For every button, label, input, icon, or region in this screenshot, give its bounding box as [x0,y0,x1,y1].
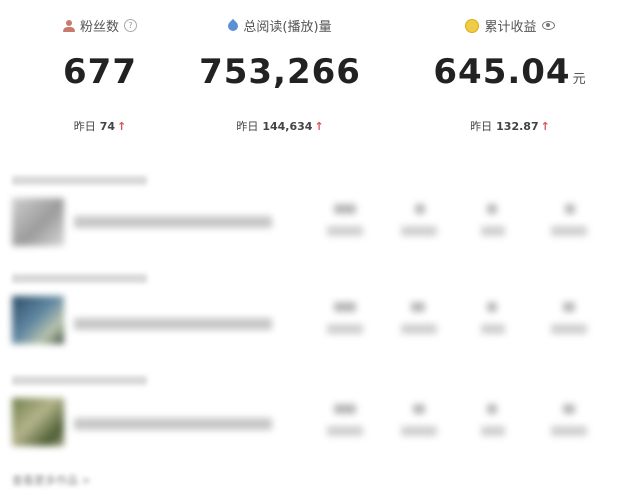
stat-followers-label: 粉丝数 [79,20,119,35]
work-thumbnail[interactable] [12,198,64,246]
stat-followers-label-row: 粉丝数 ? [0,16,200,35]
work-metric-label [327,426,363,436]
stat-followers-yesterday: 昨日 74 ↑ [0,118,200,134]
drop-icon [226,18,241,33]
work-thumbnail[interactable] [12,398,64,446]
stat-followers: 粉丝数 ? 677 昨日 74 ↑ [0,0,200,140]
work-date [12,274,147,283]
stat-earnings-value: 645.04 元 [410,52,610,92]
yesterday-value: 74 [99,120,116,133]
stat-total-reads: 总阅读(播放)量 753,266 昨日 144,634 ↑ [190,0,370,140]
work-date [12,176,147,185]
stat-reads-value: 753,266 [190,52,370,92]
work-metric-value [565,204,575,214]
help-icon[interactable]: ? [124,19,137,32]
eye-icon[interactable] [541,21,555,30]
stat-earnings-label-row: 累计收益 [410,16,610,35]
work-metric-label [327,324,363,334]
stat-earnings-number: 645.04 [433,52,571,92]
work-metric-value [487,302,497,312]
stat-followers-number: 677 [63,52,137,92]
work-title[interactable] [74,318,272,330]
work-metric-value [563,404,575,414]
view-more-works-link[interactable]: 查看更多作品 > [12,472,91,488]
person-icon [62,19,75,32]
work-metric-label [401,426,437,436]
work-metric-label [401,324,437,334]
yesterday-value: 132.87 [496,120,539,133]
work-metric-label [551,324,587,334]
yesterday-label: 昨日 [236,120,259,133]
trend-up-icon: ↑ [117,120,127,133]
work-metric-value [411,302,425,312]
stat-reads-yesterday: 昨日 144,634 ↑ [190,118,370,134]
stat-earnings-yesterday: 昨日 132.87 ↑ [410,118,610,134]
work-metric-label [327,226,363,236]
work-metric-label [481,324,505,334]
work-date [12,376,147,385]
currency-unit: 元 [572,72,587,87]
work-metric-value [334,204,356,214]
trend-up-icon: ↑ [540,120,550,133]
creator-dashboard: 粉丝数 ? 677 昨日 74 ↑ 总阅读(播放)量 753,266 昨日 144,6… [0,0,620,490]
work-metric-label [551,426,587,436]
work-metric-value [334,404,356,414]
trend-up-icon: ↑ [314,120,324,133]
work-metric-value [413,404,425,414]
coin-icon [465,18,480,33]
stat-earnings: 累计收益 645.04 元 昨日 132.87 ↑ [410,0,610,140]
stat-reads-label: 总阅读(播放)量 [243,20,332,35]
work-metric-value [487,204,497,214]
yesterday-label: 昨日 [470,120,493,133]
work-metric-value [487,404,497,414]
work-metric-label [551,226,587,236]
stat-followers-value: 677 [0,52,200,92]
work-metric-label [401,226,437,236]
work-metric-label [481,426,505,436]
yesterday-label: 昨日 [73,120,96,133]
yesterday-value: 144,634 [262,120,313,133]
stat-reads-label-row: 总阅读(播放)量 [190,16,370,35]
work-title[interactable] [74,418,272,430]
work-title[interactable] [74,216,272,228]
work-metric-label [481,226,505,236]
work-metric-value [563,302,575,312]
work-metric-value [415,204,425,214]
work-metric-value [334,302,356,312]
stat-reads-number: 753,266 [199,52,361,92]
work-thumbnail[interactable] [12,296,64,344]
stat-earnings-label: 累计收益 [484,20,537,35]
